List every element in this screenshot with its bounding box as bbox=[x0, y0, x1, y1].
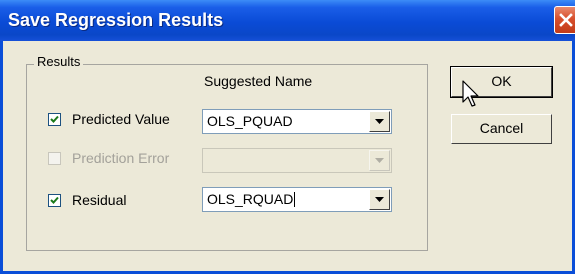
cancel-button[interactable]: Cancel bbox=[451, 114, 552, 144]
residual-name-text: OLS_RQUAD bbox=[207, 191, 294, 207]
checkmark-icon bbox=[50, 196, 59, 204]
close-icon bbox=[559, 13, 573, 27]
results-group-label: Results bbox=[34, 54, 84, 69]
text-caret bbox=[294, 192, 296, 207]
residual-label: Residual bbox=[72, 192, 127, 208]
mouse-pointer-icon bbox=[462, 80, 479, 107]
predicted-value-label: Predicted Value bbox=[72, 111, 170, 127]
suggested-name-header: Suggested Name bbox=[204, 73, 313, 89]
predicted-value-name-combo[interactable]: OLS_PQUAD bbox=[202, 109, 392, 134]
residual-name-combo[interactable]: OLS_RQUAD bbox=[202, 187, 392, 212]
prediction-error-checkbox[interactable] bbox=[48, 152, 61, 165]
title-bar[interactable]: Save Regression Results bbox=[0, 0, 575, 41]
prediction-error-label: Prediction Error bbox=[72, 150, 170, 166]
residual-name-input[interactable]: OLS_RQUAD bbox=[207, 191, 296, 207]
prediction-error-name-combo[interactable] bbox=[202, 148, 392, 173]
chevron-down-icon bbox=[375, 119, 384, 124]
predicted-value-dropdown-button[interactable] bbox=[369, 111, 390, 132]
checkmark-icon bbox=[50, 115, 59, 123]
close-button[interactable] bbox=[554, 6, 575, 34]
predicted-value-checkbox[interactable] bbox=[48, 113, 61, 126]
prediction-error-dropdown-button[interactable] bbox=[369, 150, 390, 171]
dialog-title: Save Regression Results bbox=[8, 10, 224, 30]
predicted-value-name-input[interactable]: OLS_PQUAD bbox=[207, 113, 293, 129]
residual-dropdown-button[interactable] bbox=[369, 189, 390, 210]
residual-checkbox[interactable] bbox=[48, 194, 61, 207]
chevron-down-icon bbox=[375, 197, 384, 202]
chevron-down-icon bbox=[375, 158, 384, 163]
